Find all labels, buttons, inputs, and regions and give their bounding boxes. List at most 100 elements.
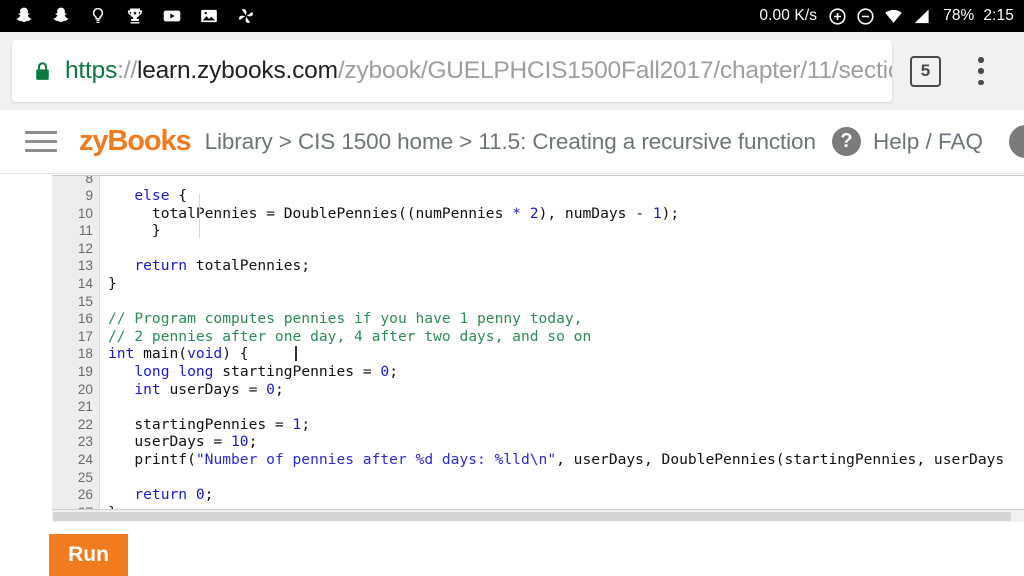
code-line[interactable]: 20 int userDays = 0;	[52, 381, 1024, 399]
question-mark-icon[interactable]: ?	[831, 127, 861, 156]
line-number: 9	[85, 188, 93, 203]
line-number: 23	[77, 434, 93, 450]
line-number: 12	[77, 240, 93, 256]
youtube-icon	[163, 10, 181, 22]
code-token: long	[134, 362, 170, 380]
code-token: 0	[380, 362, 390, 380]
status-notification-icons	[14, 6, 256, 26]
code-token: userDays =	[108, 433, 232, 451]
line-code[interactable]: long long startingPennies = 0;	[100, 363, 398, 381]
hamburger-icon[interactable]	[25, 130, 57, 153]
code-token: ), numDays	[538, 204, 636, 222]
code-token: return	[134, 486, 188, 504]
code-line[interactable]: 14}	[52, 275, 1024, 293]
code-line[interactable]: 26 return 0;	[52, 486, 1024, 504]
code-line[interactable]: 19 long long startingPennies = 0;	[52, 363, 1024, 381]
overflow-menu-icon[interactable]	[968, 54, 994, 88]
code-line[interactable]: 21	[52, 398, 1024, 416]
code-line[interactable]: 22 startingPennies = 1;	[52, 416, 1024, 434]
editor-hscrollbar-thumb[interactable]	[53, 512, 1011, 521]
code-line[interactable]: 8	[52, 176, 1024, 187]
code-line[interactable]: 10 totalPennies = DoublePennies((numPenn…	[52, 205, 1024, 223]
code-token: , userDays, DoublePennies(startingPennie…	[556, 450, 1005, 468]
line-code[interactable]: return 0;	[100, 486, 213, 504]
code-token: 0	[195, 486, 205, 504]
code-line[interactable]: 25	[52, 469, 1024, 487]
code-token: ;	[248, 433, 258, 451]
code-token: 10	[231, 433, 249, 451]
signal-icon	[914, 9, 929, 23]
indent-guide	[199, 194, 200, 238]
browser-toolbar: https://learn.zybooks.com/zybook/GUELPHC…	[0, 32, 1024, 110]
line-code[interactable]: else {	[100, 187, 187, 205]
code-token: ;	[301, 415, 311, 433]
line-code[interactable]: totalPennies = DoublePennies((numPennies…	[100, 205, 679, 223]
code-token: }	[108, 222, 161, 240]
code-editor[interactable]: 89 else {10 totalPennies = DoublePennies…	[52, 175, 1024, 522]
line-number: 24	[77, 451, 93, 467]
run-button[interactable]: Run	[49, 534, 128, 576]
code-token: else	[134, 187, 170, 204]
line-code[interactable]: userDays = 10;	[100, 433, 257, 451]
zybooks-app-header: zyBooks Library > CIS 1500 home > 11.5: …	[0, 110, 1024, 174]
code-line[interactable]: 12	[52, 240, 1024, 258]
code-token: *	[512, 204, 521, 222]
code-token: 2	[529, 204, 539, 222]
help-faq-link[interactable]: Help / FAQ	[873, 129, 983, 155]
code-token: ;	[274, 380, 284, 398]
code-line[interactable]: 15	[52, 293, 1024, 311]
url-scheme: https	[65, 57, 118, 84]
line-code[interactable]: // Program computes pennies if you have …	[100, 310, 582, 328]
line-code[interactable]: return totalPennies;	[100, 257, 310, 275]
network-speed-text: 0.00 K/s	[759, 7, 818, 24]
code-line[interactable]: 24 printf("Number of pennies after %d da…	[52, 451, 1024, 469]
code-token: totalPennies = DoublePennies((numPennies	[108, 204, 513, 222]
line-code[interactable]: startingPennies = 1;	[100, 416, 310, 434]
avatar[interactable]	[1009, 125, 1024, 158]
line-code[interactable]: printf("Number of pennies after %d days:…	[100, 451, 1004, 469]
trophy-icon	[127, 8, 143, 24]
code-token: startingPennies =	[213, 362, 381, 380]
breadcrumb: Library > CIS 1500 home > 11.5: Creating…	[204, 128, 816, 154]
tab-counter-button[interactable]: 5	[910, 55, 941, 87]
code-token: {	[169, 187, 188, 204]
line-number: 11	[78, 223, 93, 239]
code-line[interactable]: 18 int main(void) {	[52, 345, 1024, 363]
editor-hscrollbar[interactable]	[52, 509, 1024, 522]
line-number: 20	[77, 381, 93, 397]
code-line[interactable]: 23 userDays = 10;	[52, 433, 1024, 451]
code-token: userDays =	[160, 380, 267, 398]
code-token: -	[635, 204, 645, 222]
code-line[interactable]: 11 }	[52, 222, 1024, 240]
address-bar[interactable]: https://learn.zybooks.com/zybook/GUELPHC…	[12, 40, 892, 102]
code-token: int	[108, 345, 135, 363]
code-token: main(	[134, 345, 188, 363]
photo-icon	[201, 9, 217, 23]
code-line[interactable]: 13 return totalPennies;	[52, 257, 1024, 275]
battery-percent-text: 78%	[943, 7, 975, 24]
line-code[interactable]: }	[100, 275, 117, 293]
code-token: // Program computes pennies if you have …	[108, 310, 583, 328]
code-token: );	[661, 204, 680, 222]
line-code[interactable]: // 2 pennies after one day, 4 after two …	[100, 328, 591, 346]
line-number: 22	[77, 416, 93, 432]
line-code[interactable]: }	[100, 222, 161, 240]
code-line[interactable]: 17 // 2 pennies after one day, 4 after tw…	[52, 328, 1024, 346]
code-line[interactable]: 9 else {	[52, 187, 1024, 205]
code-token: 1	[292, 415, 302, 433]
android-status-bar: 0.00 K/s 78% 2:15	[0, 0, 1024, 32]
line-code[interactable]: int main(void) {	[100, 345, 249, 363]
zybooks-logo[interactable]: zyBooks	[79, 125, 192, 158]
code-content[interactable]: 89 else {10 totalPennies = DoublePennies…	[52, 176, 1024, 522]
pinwheel-icon	[239, 9, 253, 23]
line-code[interactable]: int userDays = 0;	[100, 380, 284, 399]
code-token: ) {	[222, 345, 249, 363]
snapchat-icon	[16, 7, 32, 22]
header-right-group: ? Help / FAQ	[831, 125, 1024, 158]
code-line[interactable]: 16 // Program computes pennies if you hav…	[52, 310, 1024, 328]
code-token: totalPennies;	[187, 257, 311, 275]
